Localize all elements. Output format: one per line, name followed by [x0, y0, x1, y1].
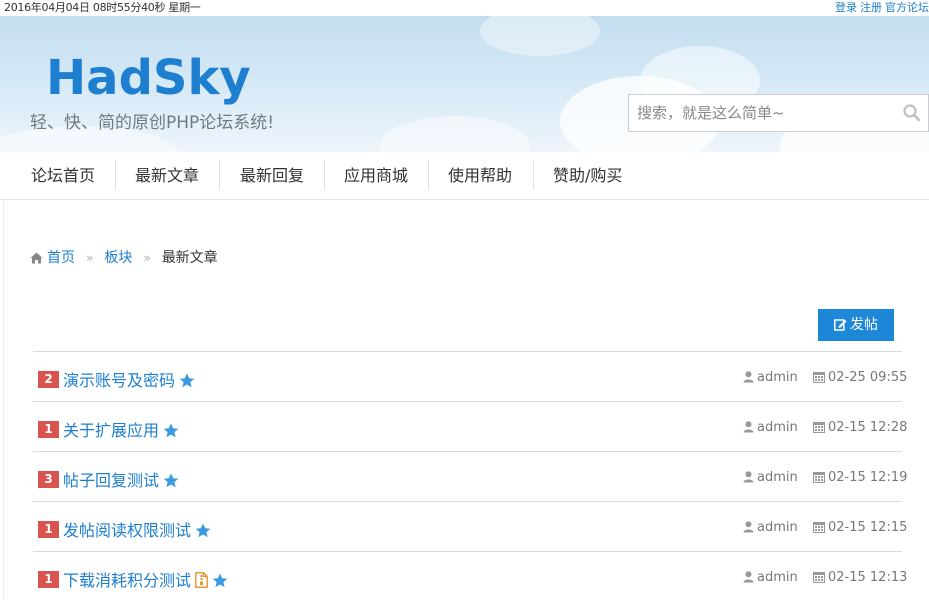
nav-item-sponsor-buy[interactable]: 赞助/购买 [553, 152, 622, 200]
calendar-icon [813, 572, 825, 583]
breadcrumb-separator: » [143, 251, 151, 265]
post-title: 发帖阅读权限测试 [63, 521, 192, 540]
reply-count-badge: 1 [38, 521, 59, 538]
nav-item-forum-home[interactable]: 论坛首页 [31, 152, 95, 200]
post-date: 02-15 12:15 [813, 520, 907, 535]
reply-count-badge: 1 [38, 421, 59, 438]
site-tagline: 轻、快、简的原创PHP论坛系统! [30, 113, 275, 133]
edit-icon [834, 319, 847, 331]
nav-divider [219, 160, 220, 190]
attachment-file-icon [195, 572, 208, 592]
calendar-icon [813, 522, 825, 533]
nav-divider [115, 160, 116, 190]
main-nav: 论坛首页 最新文章 最新回复 应用商城 使用帮助 赞助/购买 [0, 152, 929, 200]
user-icon [743, 421, 754, 433]
post-title-link[interactable]: 下载消耗积分测试 [63, 567, 228, 592]
post-date: 02-25 09:55 [813, 370, 907, 385]
post-title-link[interactable]: 帖子回复测试 [63, 467, 179, 492]
search-input[interactable] [629, 95, 889, 131]
post-date: 02-15 12:28 [813, 420, 907, 435]
post-row: 2 演示账号及密码 admin 02-25 09:55 [33, 352, 907, 402]
reply-count-badge: 2 [38, 371, 59, 388]
nav-divider [533, 160, 534, 190]
home-icon [30, 251, 43, 269]
cloud-decoration [480, 16, 600, 56]
post-date: 02-15 12:13 [813, 570, 907, 585]
user-icon [743, 371, 754, 383]
post-author[interactable]: admin [743, 470, 798, 485]
nav-item-latest-replies[interactable]: 最新回复 [240, 152, 304, 200]
post-title: 下载消耗积分测试 [63, 571, 192, 590]
post-row: 3 帖子回复测试 admin 02-15 12:19 [33, 452, 907, 502]
post-title-link[interactable]: 演示账号及密码 [63, 367, 195, 392]
search-icon[interactable] [902, 103, 922, 123]
site-logo[interactable]: HadSky [46, 50, 251, 106]
register-link[interactable]: 注册 [860, 1, 882, 14]
star-icon [163, 423, 179, 442]
calendar-icon [813, 372, 825, 383]
content-border [3, 200, 4, 600]
calendar-icon [813, 422, 825, 433]
user-icon [743, 471, 754, 483]
post-title-link[interactable]: 发帖阅读权限测试 [63, 517, 211, 542]
star-icon [195, 523, 211, 542]
post-list: 2 演示账号及密码 admin 02-25 09:55 1 关于扩展应用 adm… [33, 351, 907, 600]
post-title: 关于扩展应用 [63, 421, 160, 440]
breadcrumb-home[interactable]: 首页 [47, 250, 75, 266]
new-post-button[interactable]: 发帖 [818, 309, 894, 341]
user-icon [743, 521, 754, 533]
post-date: 02-15 12:19 [813, 470, 907, 485]
current-datetime: 2016年04月04日 08时55分40秒 星期一 [4, 1, 201, 14]
user-icon [743, 571, 754, 583]
top-bar: 2016年04月04日 08时55分40秒 星期一 登录 注册 官方论坛 [0, 0, 929, 16]
post-author[interactable]: admin [743, 520, 798, 535]
header-banner: HadSky 轻、快、简的原创PHP论坛系统! [0, 16, 929, 152]
new-post-label: 发帖 [850, 317, 878, 333]
nav-item-latest-articles[interactable]: 最新文章 [135, 152, 199, 200]
post-title-link[interactable]: 关于扩展应用 [63, 417, 179, 442]
post-row: 1 下载消耗积分测试 admin 02-15 12:13 [33, 552, 907, 600]
official-forum-link[interactable]: 官方论坛 [885, 1, 929, 14]
breadcrumb-current: 最新文章 [161, 250, 218, 266]
cloud-decoration [380, 116, 530, 152]
login-link[interactable]: 登录 [835, 1, 857, 14]
post-row: 1 关于扩展应用 admin 02-15 12:28 [33, 402, 907, 452]
post-author[interactable]: admin [743, 420, 798, 435]
breadcrumb: 首页 » 板块 » 最新文章 [30, 249, 218, 267]
star-icon [163, 473, 179, 492]
reply-count-badge: 3 [38, 471, 59, 488]
breadcrumb-board[interactable]: 板块 [104, 250, 132, 266]
post-row: 1 发帖阅读权限测试 admin 02-15 12:15 [33, 502, 907, 552]
nav-item-help[interactable]: 使用帮助 [448, 152, 512, 200]
star-icon [179, 373, 195, 392]
calendar-icon [813, 472, 825, 483]
reply-count-badge: 1 [38, 571, 59, 588]
nav-divider [428, 160, 429, 190]
post-title: 演示账号及密码 [63, 371, 176, 390]
search-box [628, 94, 929, 132]
post-author[interactable]: admin [743, 370, 798, 385]
star-icon [212, 573, 228, 592]
breadcrumb-separator: » [86, 251, 94, 265]
post-title: 帖子回复测试 [63, 471, 160, 490]
nav-divider [324, 160, 325, 190]
nav-item-app-store[interactable]: 应用商城 [344, 152, 408, 200]
top-links: 登录 注册 官方论坛 [832, 0, 929, 16]
post-author[interactable]: admin [743, 570, 798, 585]
